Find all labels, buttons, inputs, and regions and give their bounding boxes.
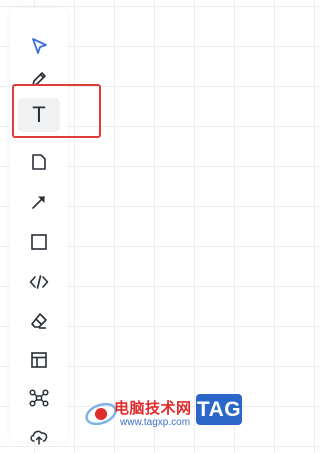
- eraser-icon: [31, 313, 47, 329]
- cursor-arrow-icon: [32, 38, 47, 54]
- rectangle-tool-button[interactable]: [18, 225, 60, 259]
- code-icon: [29, 275, 49, 289]
- watermark-title: 电脑技术网: [114, 400, 192, 417]
- mind-map-tool-button[interactable]: [18, 381, 60, 415]
- code-tool-button[interactable]: [18, 265, 60, 299]
- watermark-logo: [85, 402, 117, 426]
- rectangle-icon: [31, 234, 47, 250]
- toolbar: T: [10, 8, 68, 445]
- watermark-badge: TAG: [196, 394, 242, 425]
- highlight-annotation-box: [12, 84, 101, 138]
- mind-map-icon: [29, 389, 49, 407]
- eraser-tool-button[interactable]: [18, 304, 60, 338]
- arrow-tool-button[interactable]: [18, 185, 60, 219]
- watermark: 电脑技术网 www.tagxp.com TAG: [84, 392, 244, 441]
- note-page-icon: [32, 154, 46, 170]
- select-tool-button[interactable]: [18, 29, 60, 63]
- note-tool-button[interactable]: [18, 145, 60, 179]
- layout-tool-button[interactable]: [18, 343, 60, 377]
- upload-tool-button[interactable]: [18, 419, 60, 453]
- layout-icon: [31, 352, 47, 368]
- arrow-icon: [32, 196, 45, 209]
- watermark-url: www.tagxp.com: [120, 417, 191, 428]
- cloud-upload-icon: [30, 430, 48, 445]
